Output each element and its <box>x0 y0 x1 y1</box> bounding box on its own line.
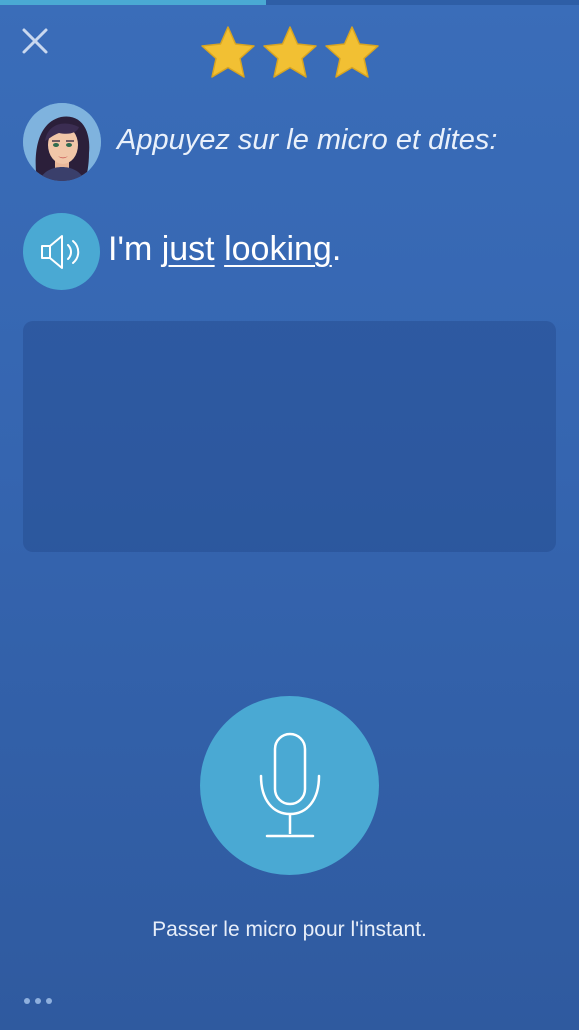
phrase-word: I'm <box>108 230 162 268</box>
dot <box>24 998 30 1004</box>
star-rating <box>0 24 579 82</box>
star-icon <box>200 26 255 78</box>
progress-bar-fill <box>0 0 267 5</box>
microphone-icon <box>259 732 320 837</box>
phrase-word-highlighted[interactable]: looking <box>224 230 332 268</box>
skip-microphone-link[interactable]: Passer le micro pour l'instant. <box>0 918 579 942</box>
star-icon <box>262 26 317 78</box>
more-dots-icon[interactable] <box>24 998 52 1004</box>
phrase-word: . <box>331 230 342 268</box>
target-phrase: I'm just looking. <box>108 230 341 269</box>
response-area <box>23 321 556 552</box>
phrase-word <box>215 230 224 268</box>
speaker-icon <box>40 234 79 269</box>
phrase-word-highlighted[interactable]: just <box>162 230 215 268</box>
progress-bar <box>0 0 579 5</box>
instruction-prompt: Appuyez sur le micro et dites: <box>117 124 498 156</box>
play-audio-button[interactable] <box>23 213 100 290</box>
microphone-button[interactable] <box>200 696 379 875</box>
dot <box>35 998 41 1004</box>
star-icon <box>324 26 379 78</box>
avatar <box>23 103 101 181</box>
woman-avatar-icon <box>23 103 101 181</box>
dot <box>46 998 52 1004</box>
